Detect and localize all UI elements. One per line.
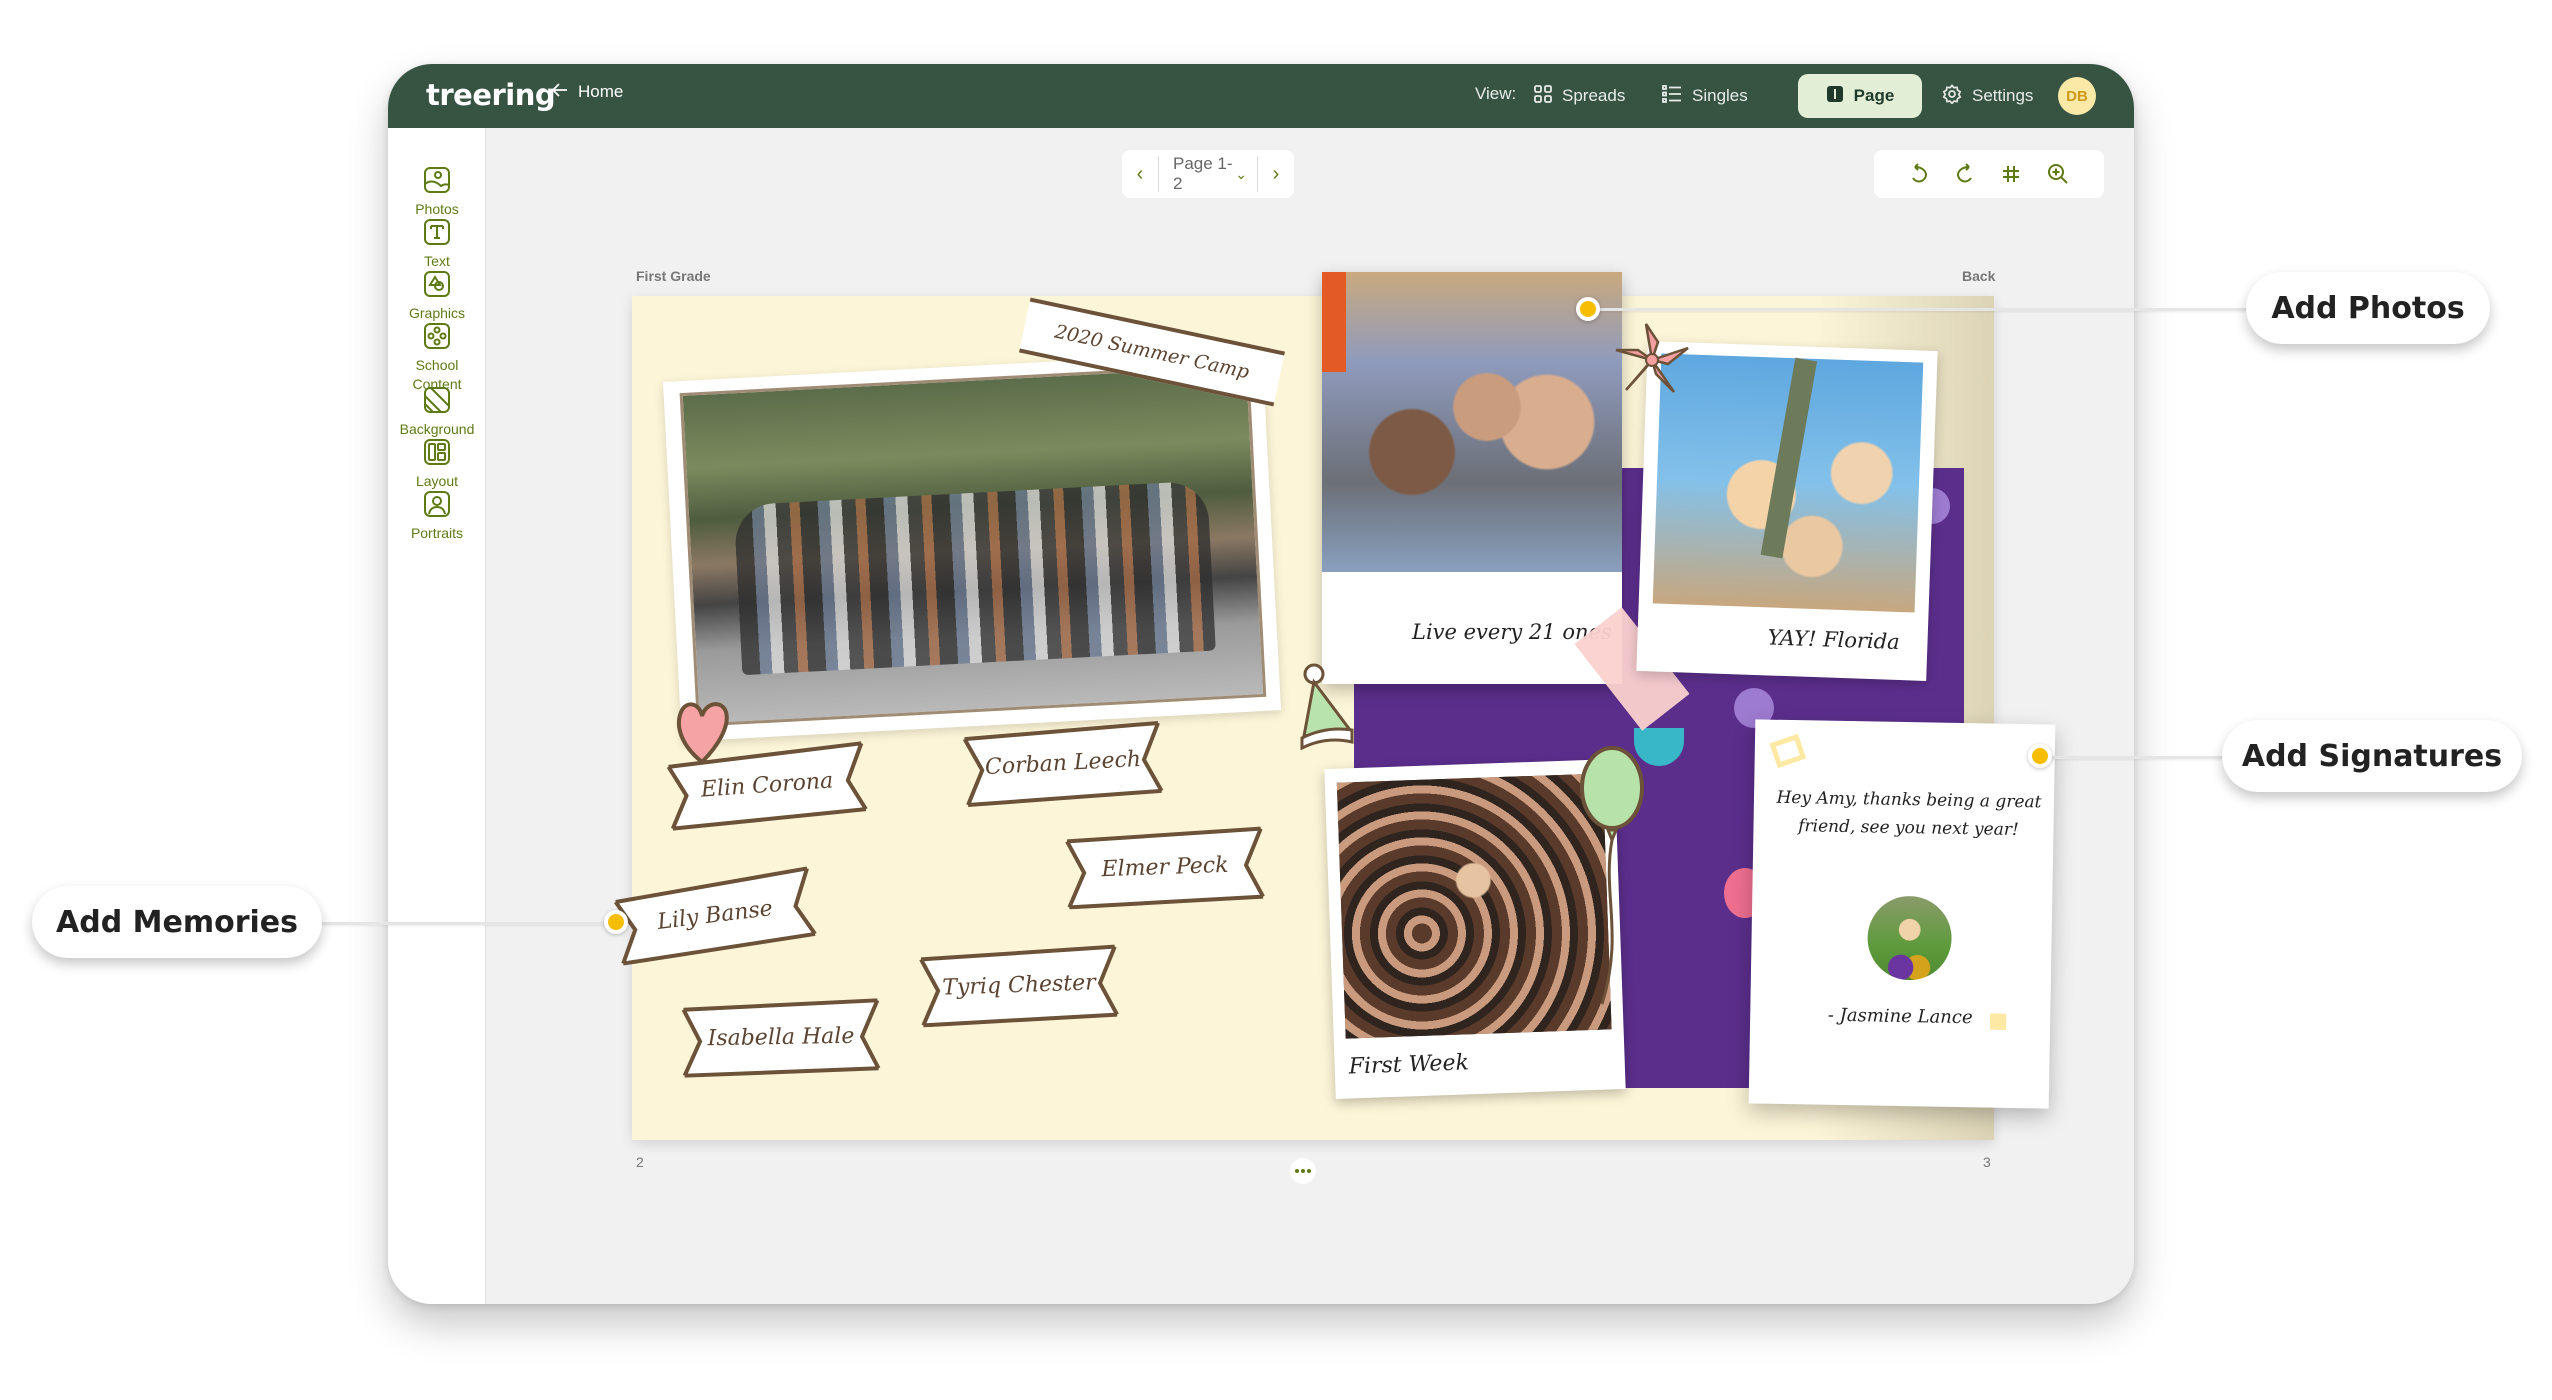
name-ribbon-label: Tyriq Chester xyxy=(941,969,1097,1001)
flower-sticker-icon[interactable] xyxy=(1612,320,1692,400)
name-ribbon-selected[interactable]: Lily Banse xyxy=(606,863,824,966)
signer-portrait[interactable] xyxy=(1866,895,1953,981)
yearbook-spread: 2020 Summer Camp Elin Corona Corban Leec… xyxy=(614,272,2056,1140)
palm-tree xyxy=(1760,357,1818,559)
tool-sidebar: Photos Text Graphics School Content Back… xyxy=(388,128,486,1304)
home-label: Home xyxy=(578,82,624,101)
view-singles-label: Singles xyxy=(1692,86,1748,105)
right-page-number: 3 xyxy=(1983,1154,1991,1170)
sidebar-label: Text xyxy=(424,253,450,269)
callout-connector xyxy=(2040,756,2240,759)
treering-logo[interactable]: treering xyxy=(426,78,556,112)
view-page-label: Page xyxy=(1853,86,1895,105)
view-spreads-label: Spreads xyxy=(1562,86,1626,105)
name-ribbon[interactable]: Isabella Hale xyxy=(675,996,886,1078)
gear-icon xyxy=(1942,83,1962,109)
sidebar-label: Portraits xyxy=(410,525,464,541)
crowd-caption[interactable]: First Week xyxy=(1348,1050,1469,1079)
add-photos-callout[interactable]: Add Photos xyxy=(2246,272,2490,344)
graphics-icon xyxy=(424,271,450,297)
balloon-sticker-icon[interactable] xyxy=(1572,744,1652,1014)
page-select-value: Page 1-2 xyxy=(1173,154,1233,193)
sidebar-item-text[interactable]: Text xyxy=(388,218,486,271)
add-signatures-callout[interactable]: Add Signatures xyxy=(2222,720,2522,792)
background-icon xyxy=(424,387,450,413)
add-memories-callout[interactable]: Add Memories xyxy=(32,886,322,958)
group-photo[interactable] xyxy=(679,363,1267,727)
sidebar-label: Background xyxy=(399,421,475,437)
right-page-label: Back xyxy=(1962,268,1996,284)
arrow-left-icon xyxy=(551,82,568,102)
callout-connector xyxy=(300,922,620,925)
selfie-photo-frame[interactable]: Live every 21 ones xyxy=(1322,272,1622,684)
signature-message[interactable]: Hey Amy, thanks being a great friend, se… xyxy=(1773,784,2044,845)
list-icon xyxy=(1662,84,1682,108)
top-bar: treering Home View: Spreads Singles Page… xyxy=(388,64,2134,128)
zoom-in-icon[interactable] xyxy=(2047,163,2069,185)
sidebar-label: Graphics xyxy=(408,305,466,321)
name-ribbon-label: Elmer Peck xyxy=(1101,852,1229,882)
home-link[interactable]: Home xyxy=(551,82,624,102)
mural-detail xyxy=(1322,272,1346,372)
settings-button[interactable]: Settings xyxy=(1928,74,2047,118)
name-ribbon[interactable]: Elmer Peck xyxy=(1059,824,1272,910)
left-page-label: First Grade xyxy=(636,268,711,284)
view-label: View: xyxy=(1475,84,1517,103)
crowd-photo[interactable] xyxy=(1336,773,1612,1039)
grid-guides-icon[interactable] xyxy=(2001,164,2021,184)
doodle xyxy=(1989,1013,2007,1030)
view-page-button[interactable]: Page xyxy=(1798,74,1922,118)
page-select[interactable]: Page 1-2 ⌄ xyxy=(1158,154,1258,193)
add-memories-hotspot[interactable] xyxy=(604,910,628,934)
previous-page-button[interactable]: ‹ xyxy=(1122,163,1158,186)
canvas-toolbar xyxy=(1874,150,2104,198)
name-ribbon[interactable]: Tyriq Chester xyxy=(913,942,1126,1028)
marketing-stage: treering Home View: Spreads Singles Page… xyxy=(0,0,2552,1400)
grid-icon xyxy=(1534,84,1552,108)
view-singles-button[interactable]: Singles xyxy=(1648,74,1762,118)
sidebar-label: Layout xyxy=(415,473,459,489)
layout-icon xyxy=(424,439,450,465)
florida-photo[interactable] xyxy=(1652,353,1924,613)
doodle xyxy=(1769,733,1807,769)
sidebar-item-portraits[interactable]: Portraits xyxy=(388,490,486,543)
name-ribbon-label: Isabella Hale xyxy=(707,1023,855,1051)
group-photo-frame[interactable] xyxy=(662,350,1282,742)
portraits-icon xyxy=(424,491,450,517)
florida-caption[interactable]: YAY! Florida xyxy=(1767,625,1900,654)
name-ribbon[interactable]: Elin Corona xyxy=(660,739,875,831)
school-content-icon xyxy=(424,323,450,349)
callout-connector xyxy=(1588,308,2258,311)
user-avatar[interactable]: DB xyxy=(2058,77,2096,115)
settings-label: Settings xyxy=(1972,86,2034,105)
redo-icon[interactable] xyxy=(1955,163,1975,185)
app-window: treering Home View: Spreads Singles Page… xyxy=(388,64,2134,1304)
sidebar-item-photos[interactable]: Photos xyxy=(388,166,486,219)
sidebar-item-school-content[interactable]: School Content xyxy=(388,322,486,394)
text-icon xyxy=(424,219,450,245)
sidebar-item-background[interactable]: Background xyxy=(388,386,486,439)
name-ribbon[interactable]: Corban Leech xyxy=(956,719,1170,808)
add-signatures-hotspot[interactable] xyxy=(2028,744,2052,768)
group-photo-people xyxy=(733,480,1216,676)
sidebar-item-graphics[interactable]: Graphics xyxy=(388,270,486,323)
undo-icon[interactable] xyxy=(1909,163,1929,185)
left-page-number: 2 xyxy=(636,1154,644,1170)
more-options-button[interactable] xyxy=(1290,1158,1316,1184)
sidebar-item-layout[interactable]: Layout xyxy=(388,438,486,491)
add-photos-hotspot[interactable] xyxy=(1576,297,1600,321)
photo-icon xyxy=(424,167,450,193)
next-page-button[interactable]: › xyxy=(1258,163,1294,186)
view-spreads-button[interactable]: Spreads xyxy=(1520,74,1639,118)
party-hat-sticker-icon[interactable] xyxy=(1298,660,1358,750)
chevron-down-icon: ⌄ xyxy=(1235,165,1247,182)
selfie-photo[interactable] xyxy=(1322,272,1622,572)
page-icon xyxy=(1826,85,1844,108)
sidebar-label: Photos xyxy=(415,201,459,217)
page-navigator: ‹ Page 1-2 ⌄ › xyxy=(1122,150,1294,198)
signature-card[interactable]: Hey Amy, thanks being a great friend, se… xyxy=(1748,719,2056,1109)
